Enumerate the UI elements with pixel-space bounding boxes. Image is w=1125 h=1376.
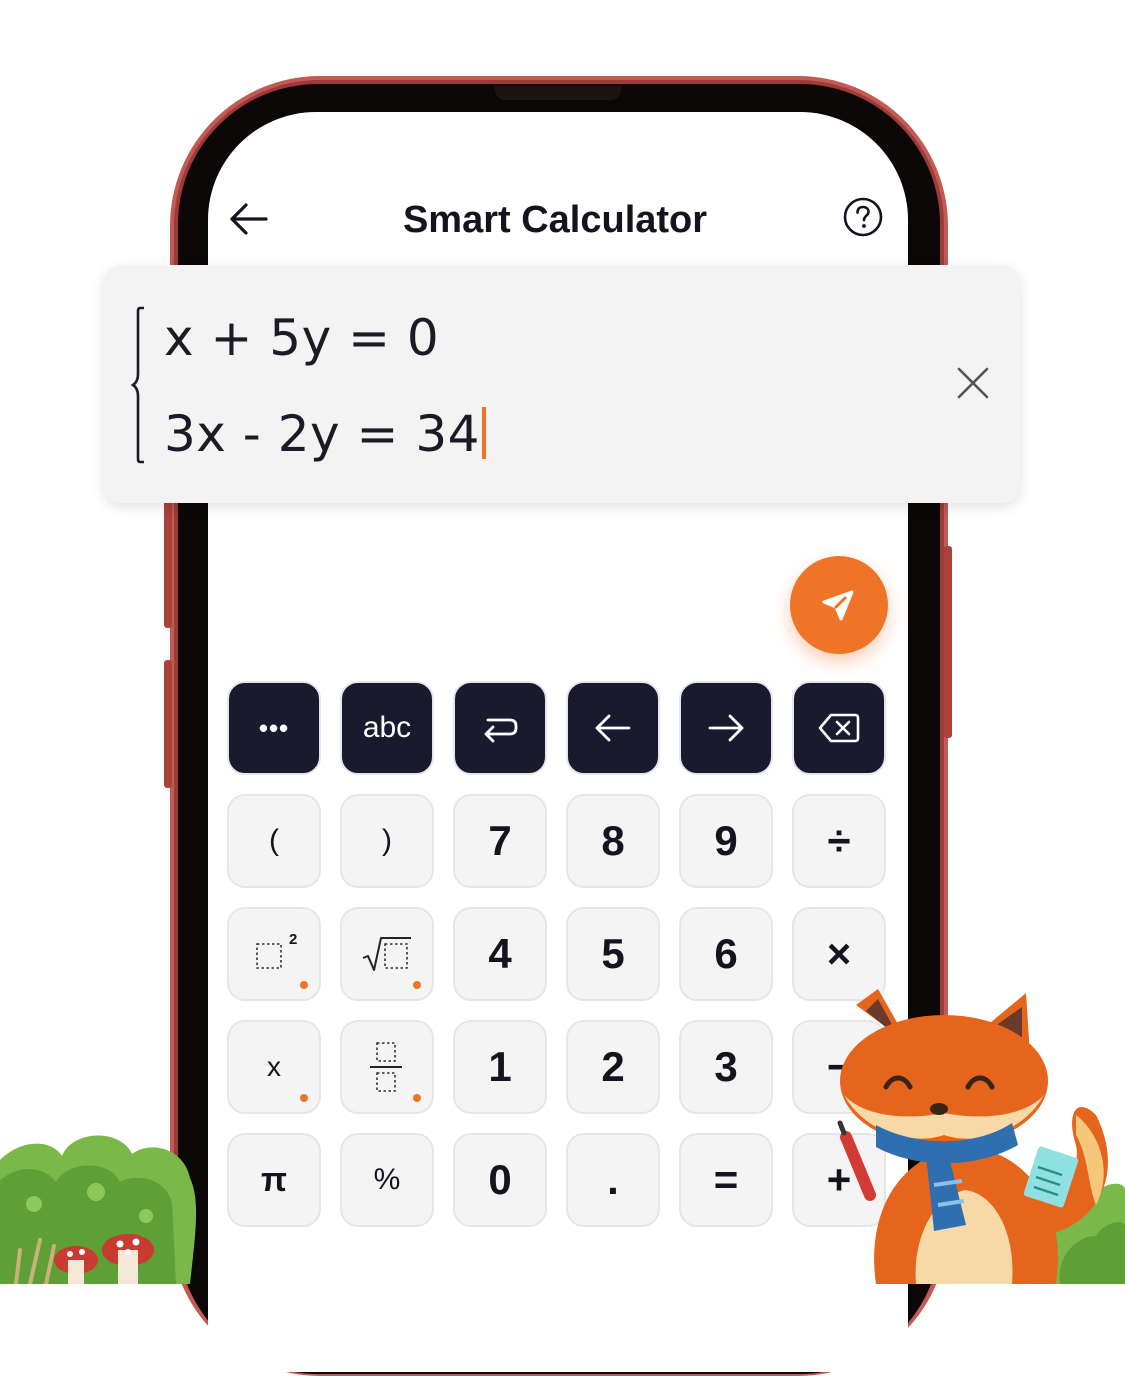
variant-dot xyxy=(300,981,308,989)
decimal-point-key[interactable]: . xyxy=(566,1133,660,1227)
digit-5-key[interactable]: 5 xyxy=(566,907,660,1001)
digit-0-key[interactable]: 0 xyxy=(453,1133,547,1227)
back-button[interactable] xyxy=(228,196,270,242)
fraction-key[interactable] xyxy=(340,1020,434,1114)
equals-key[interactable]: = xyxy=(679,1133,773,1227)
variant-dot xyxy=(300,1094,308,1102)
equation-line-1[interactable]: x + 5y = 0 xyxy=(164,308,439,368)
digit-2-key[interactable]: 2 xyxy=(566,1020,660,1114)
bush-illustration-left xyxy=(0,1135,197,1284)
close-paren-key[interactable]: ) xyxy=(340,794,434,888)
sqrt-key[interactable] xyxy=(340,907,434,1001)
arrow-right-icon xyxy=(708,714,744,742)
help-button[interactable] xyxy=(843,197,883,237)
backspace-key[interactable] xyxy=(792,681,886,775)
side-button xyxy=(164,660,172,788)
digit-8-key[interactable]: 8 xyxy=(566,794,660,888)
square-root-icon xyxy=(362,937,411,971)
open-paren-key[interactable]: ( xyxy=(227,794,321,888)
digit-3-key[interactable]: 3 xyxy=(679,1020,773,1114)
cursor-right-key[interactable] xyxy=(679,681,773,775)
side-button xyxy=(164,500,172,628)
arrow-left-icon xyxy=(595,714,631,742)
speaker-notch xyxy=(495,86,621,100)
digit-9-key[interactable]: 9 xyxy=(679,794,773,888)
abc-key[interactable]: abc xyxy=(340,681,434,775)
equation-line-2[interactable]: 3x - 2y = 34 xyxy=(164,404,486,464)
more-key[interactable]: ••• xyxy=(227,681,321,775)
arrow-left-icon xyxy=(230,203,268,235)
return-icon xyxy=(484,718,518,743)
backspace-icon xyxy=(818,713,860,743)
digit-1-key[interactable]: 1 xyxy=(453,1020,547,1114)
divide-key[interactable]: ÷ xyxy=(792,794,886,888)
system-brace-icon xyxy=(130,306,144,464)
fox-mascot-illustration xyxy=(837,989,1108,1284)
text-caret xyxy=(481,407,486,459)
page-title: Smart Calculator xyxy=(402,199,708,241)
percent-key[interactable]: % xyxy=(340,1133,434,1227)
equation-line-2-text: 3x - 2y = 34 xyxy=(164,405,480,463)
square-key[interactable]: 2 xyxy=(227,907,321,1001)
help-icon xyxy=(843,197,883,237)
digit-4-key[interactable]: 4 xyxy=(453,907,547,1001)
solve-send-button[interactable] xyxy=(790,556,888,654)
equation-input-card[interactable] xyxy=(104,265,1020,503)
variable-x-key[interactable]: x xyxy=(227,1020,321,1114)
close-icon xyxy=(957,367,989,399)
fraction-template-icon xyxy=(370,1042,402,1092)
variant-dot xyxy=(413,981,421,989)
variant-dot xyxy=(413,1094,421,1102)
cursor-left-key[interactable] xyxy=(566,681,660,775)
side-button xyxy=(944,546,952,738)
square-exponent: 2 xyxy=(289,931,298,948)
send-icon xyxy=(822,590,854,621)
enter-key[interactable] xyxy=(453,681,547,775)
pi-key[interactable]: π xyxy=(227,1133,321,1227)
digit-7-key[interactable]: 7 xyxy=(453,794,547,888)
clear-input-button[interactable] xyxy=(952,362,994,404)
digit-6-key[interactable]: 6 xyxy=(679,907,773,1001)
